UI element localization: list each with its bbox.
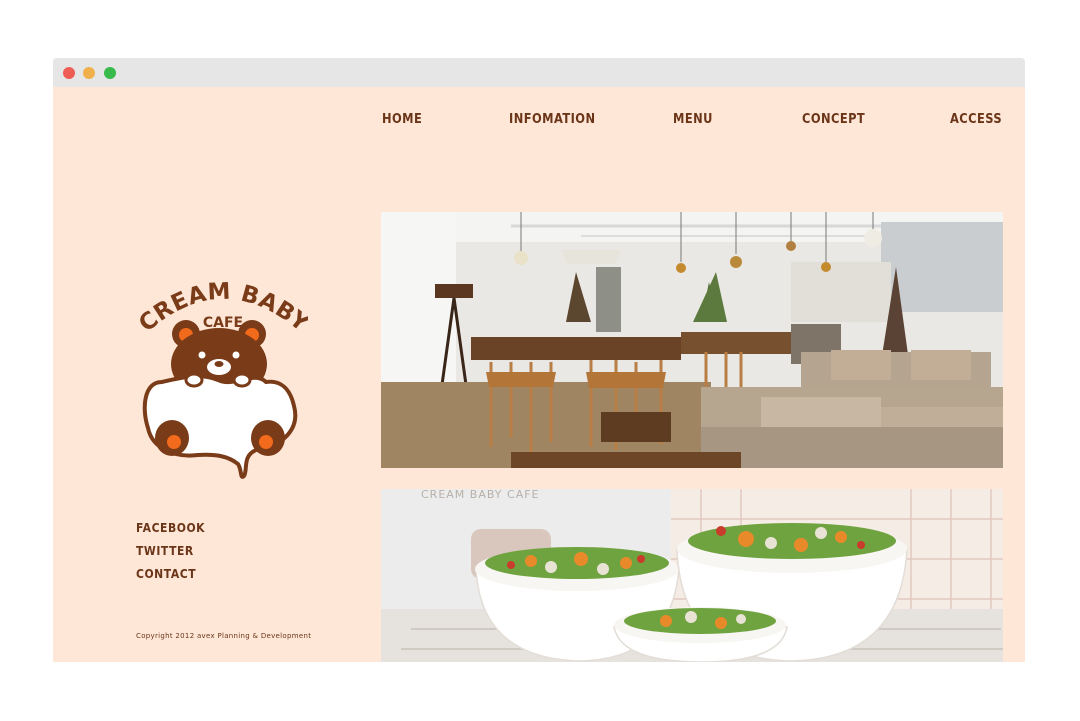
nav-home[interactable]: HOME xyxy=(382,112,422,127)
contact-link[interactable]: CONTACT xyxy=(136,567,196,581)
title-bar xyxy=(53,58,1025,87)
nav-menu[interactable]: MENU xyxy=(673,112,713,127)
close-window-button[interactable] xyxy=(63,67,75,79)
facebook-link[interactable]: FACEBOOK xyxy=(136,521,205,535)
nav-infomation[interactable]: INFOMATION xyxy=(509,112,595,127)
photo-sign-text: CREAM BABY CAFE xyxy=(421,489,540,501)
browser-window: HOME INFOMATION MENU CONCEPT ACCESS CREA… xyxy=(53,58,1025,662)
nav-concept[interactable]: CONCEPT xyxy=(802,112,865,127)
twitter-link[interactable]: TWITTER xyxy=(136,544,194,558)
salad-bowls-photo: CREAM BABY CAFE xyxy=(381,489,1003,662)
minimize-window-button[interactable] xyxy=(83,67,95,79)
nav-access[interactable]: ACCESS xyxy=(950,112,1002,127)
copyright-text: Copyright 2012 avex Planning & Developme… xyxy=(136,632,312,640)
maximize-window-button[interactable] xyxy=(104,67,116,79)
cafe-interior-photo xyxy=(381,212,1003,468)
cream-baby-cafe-logo[interactable]: CREAM BABY CAFE xyxy=(138,270,308,480)
